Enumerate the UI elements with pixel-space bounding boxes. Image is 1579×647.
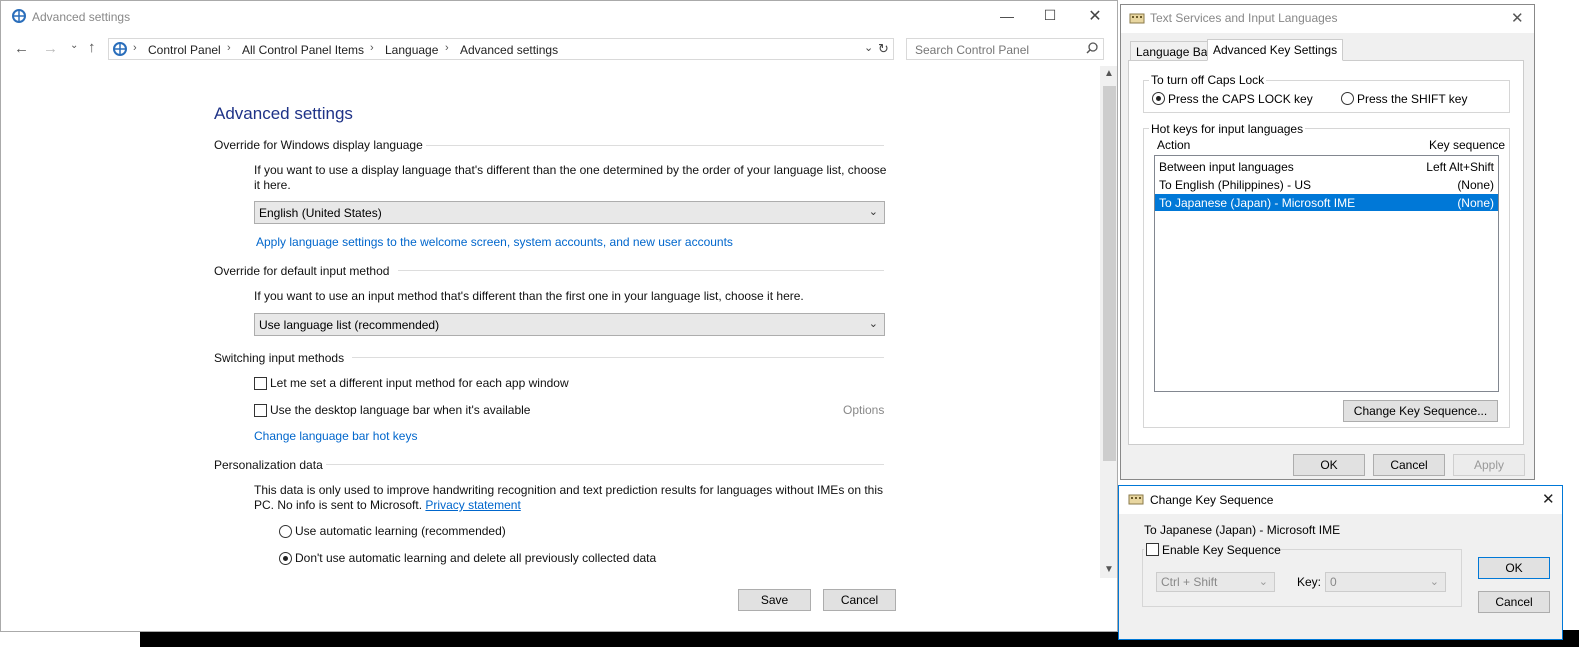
display-language-heading: Override for Windows display language	[214, 138, 423, 152]
no-learning-label: Don't use automatic learning and delete …	[295, 551, 657, 565]
display-language-value: English (United States)	[259, 206, 382, 220]
back-arrow-icon[interactable]: ←	[14, 40, 29, 57]
scroll-up-icon[interactable]: ▲	[1104, 68, 1114, 79]
divider	[426, 145, 884, 146]
automatic-learning-label: Use automatic learning (recommended)	[295, 524, 506, 538]
recent-locations-chevron-icon[interactable]: ⌄	[70, 40, 78, 51]
page-title: Advanced settings	[214, 104, 353, 123]
breadcrumb-separator-icon: ›	[227, 42, 231, 54]
hotkey-action: To English (Philippines) - US	[1159, 178, 1312, 192]
shift-key-label: Press the SHIFT key	[1357, 92, 1468, 106]
cancel-button[interactable]: Cancel	[1478, 591, 1550, 613]
breadcrumb-control-panel[interactable]: Control Panel	[148, 43, 221, 57]
input-method-value: Use language list (recommended)	[259, 318, 440, 332]
display-language-select[interactable]: English (United States) ⌄	[254, 201, 885, 224]
chevron-down-icon: ⌄	[868, 318, 878, 330]
change-hotkeys-link[interactable]: Change language bar hot keys	[254, 429, 417, 443]
address-control-panel-icon	[112, 41, 128, 57]
per-app-input-label: Let me set a different input method for …	[270, 376, 569, 390]
desktop-language-bar-label: Use the desktop language bar when it's a…	[270, 403, 531, 417]
close-icon[interactable]: ✕	[1542, 490, 1555, 508]
hotkey-action: To Japanese (Japan) - Microsoft IME	[1159, 196, 1356, 210]
hotkey-action: Between input languages	[1159, 160, 1294, 174]
input-method-heading: Override for default input method	[214, 264, 390, 278]
window-title: Advanced settings	[32, 10, 131, 24]
column-header-key-sequence: Key sequence	[1429, 138, 1506, 152]
keyboard-icon	[1128, 491, 1144, 507]
breadcrumb-separator-icon: ›	[445, 42, 449, 54]
save-button[interactable]: Save	[738, 589, 811, 611]
personalization-heading: Personalization data	[214, 458, 323, 472]
list-item-selected[interactable]: To Japanese (Japan) - Microsoft IME (Non…	[1155, 194, 1498, 211]
target-language-label: To Japanese (Japan) - Microsoft IME	[1144, 523, 1341, 537]
switching-heading: Switching input methods	[214, 351, 345, 365]
minimize-button[interactable]: —	[987, 8, 1027, 24]
hotkey-sequence: (None)	[1457, 178, 1494, 192]
privacy-statement-link[interactable]: Privacy statement	[425, 498, 520, 512]
divider	[326, 464, 884, 465]
hotkey-sequence: (None)	[1457, 196, 1494, 210]
divider	[352, 357, 884, 358]
options-link[interactable]: Options	[843, 403, 884, 418]
dialog-title: Text Services and Input Languages	[1150, 11, 1338, 25]
per-app-input-checkbox[interactable]	[254, 377, 267, 390]
hotkey-sequence: Left Alt+Shift	[1426, 160, 1494, 174]
ok-button[interactable]: OK	[1293, 454, 1365, 476]
ok-button[interactable]: OK	[1478, 557, 1550, 579]
hotkeys-group-title: Hot keys for input languages	[1149, 122, 1306, 136]
tab-advanced-key-settings[interactable]: Advanced Key Settings	[1207, 39, 1344, 61]
apply-welcome-screen-link[interactable]: Apply language settings to the welcome s…	[256, 235, 733, 249]
dialog-title: Change Key Sequence	[1150, 493, 1274, 507]
automatic-learning-radio[interactable]	[279, 525, 292, 538]
modifier-value: Ctrl + Shift	[1161, 575, 1218, 589]
chevron-down-icon: ⌄	[868, 206, 878, 218]
scrollbar-thumb[interactable]	[1103, 86, 1116, 461]
apply-button[interactable]: Apply	[1453, 454, 1525, 476]
breadcrumb-all-items[interactable]: All Control Panel Items	[242, 43, 364, 57]
desktop-language-bar-checkbox[interactable]	[254, 404, 267, 417]
breadcrumb-separator-icon: ›	[133, 42, 137, 54]
change-key-sequence-button[interactable]: Change Key Sequence...	[1343, 400, 1498, 422]
address-dropdown-chevron-icon[interactable]: ⌄	[864, 41, 873, 54]
modifier-select[interactable]: Ctrl + Shift ⌄	[1156, 572, 1275, 592]
forward-arrow-icon[interactable]: →	[43, 40, 58, 57]
personalization-description: This data is only used to improve handwr…	[254, 483, 890, 513]
cancel-button[interactable]: Cancel	[1373, 454, 1445, 476]
up-arrow-icon[interactable]: ↑	[88, 39, 96, 56]
breadcrumb-language[interactable]: Language	[385, 43, 438, 57]
tab-language-bar[interactable]: Language Bar	[1130, 41, 1218, 61]
close-icon[interactable]: ✕	[1511, 9, 1524, 27]
caps-lock-key-radio[interactable]	[1152, 92, 1165, 105]
input-method-select[interactable]: Use language list (recommended) ⌄	[254, 313, 885, 336]
key-label: Key:	[1297, 575, 1322, 589]
cancel-button[interactable]: Cancel	[823, 589, 896, 611]
breadcrumb-advanced-settings[interactable]: Advanced settings	[460, 43, 558, 57]
key-select[interactable]: 0 ⌄	[1325, 572, 1446, 592]
personalization-text: This data is only used to improve handwr…	[254, 483, 884, 512]
chevron-down-icon: ⌄	[1258, 576, 1268, 588]
scroll-down-icon[interactable]: ▼	[1104, 564, 1114, 575]
search-icon	[1086, 42, 1098, 57]
breadcrumb-separator-icon: ›	[370, 42, 374, 54]
list-item[interactable]: To English (Philippines) - US (None)	[1155, 176, 1498, 193]
caps-lock-group-title: To turn off Caps Lock	[1149, 73, 1267, 87]
maximize-button[interactable]: ☐	[1030, 7, 1070, 24]
divider	[398, 270, 884, 271]
enable-key-sequence-checkbox[interactable]	[1146, 543, 1159, 556]
input-method-description: If you want to use an input method that'…	[254, 289, 804, 303]
display-language-description: If you want to use a display language th…	[254, 163, 887, 192]
list-item[interactable]: Between input languages Left Alt+Shift	[1155, 158, 1498, 175]
column-header-action: Action	[1157, 138, 1191, 152]
no-learning-radio[interactable]	[279, 552, 292, 565]
shift-key-radio[interactable]	[1341, 92, 1354, 105]
keyboard-icon	[1129, 10, 1145, 26]
caps-lock-key-label: Press the CAPS LOCK key	[1168, 92, 1313, 106]
chevron-down-icon: ⌄	[1429, 576, 1439, 588]
refresh-icon[interactable]: ↻	[878, 41, 889, 57]
control-panel-icon	[11, 8, 27, 24]
enable-key-sequence-label: Enable Key Sequence	[1162, 543, 1281, 557]
key-value: 0	[1330, 575, 1337, 589]
search-input[interactable]: Search Control Panel	[906, 38, 1104, 60]
close-button[interactable]: ✕	[1075, 6, 1115, 26]
